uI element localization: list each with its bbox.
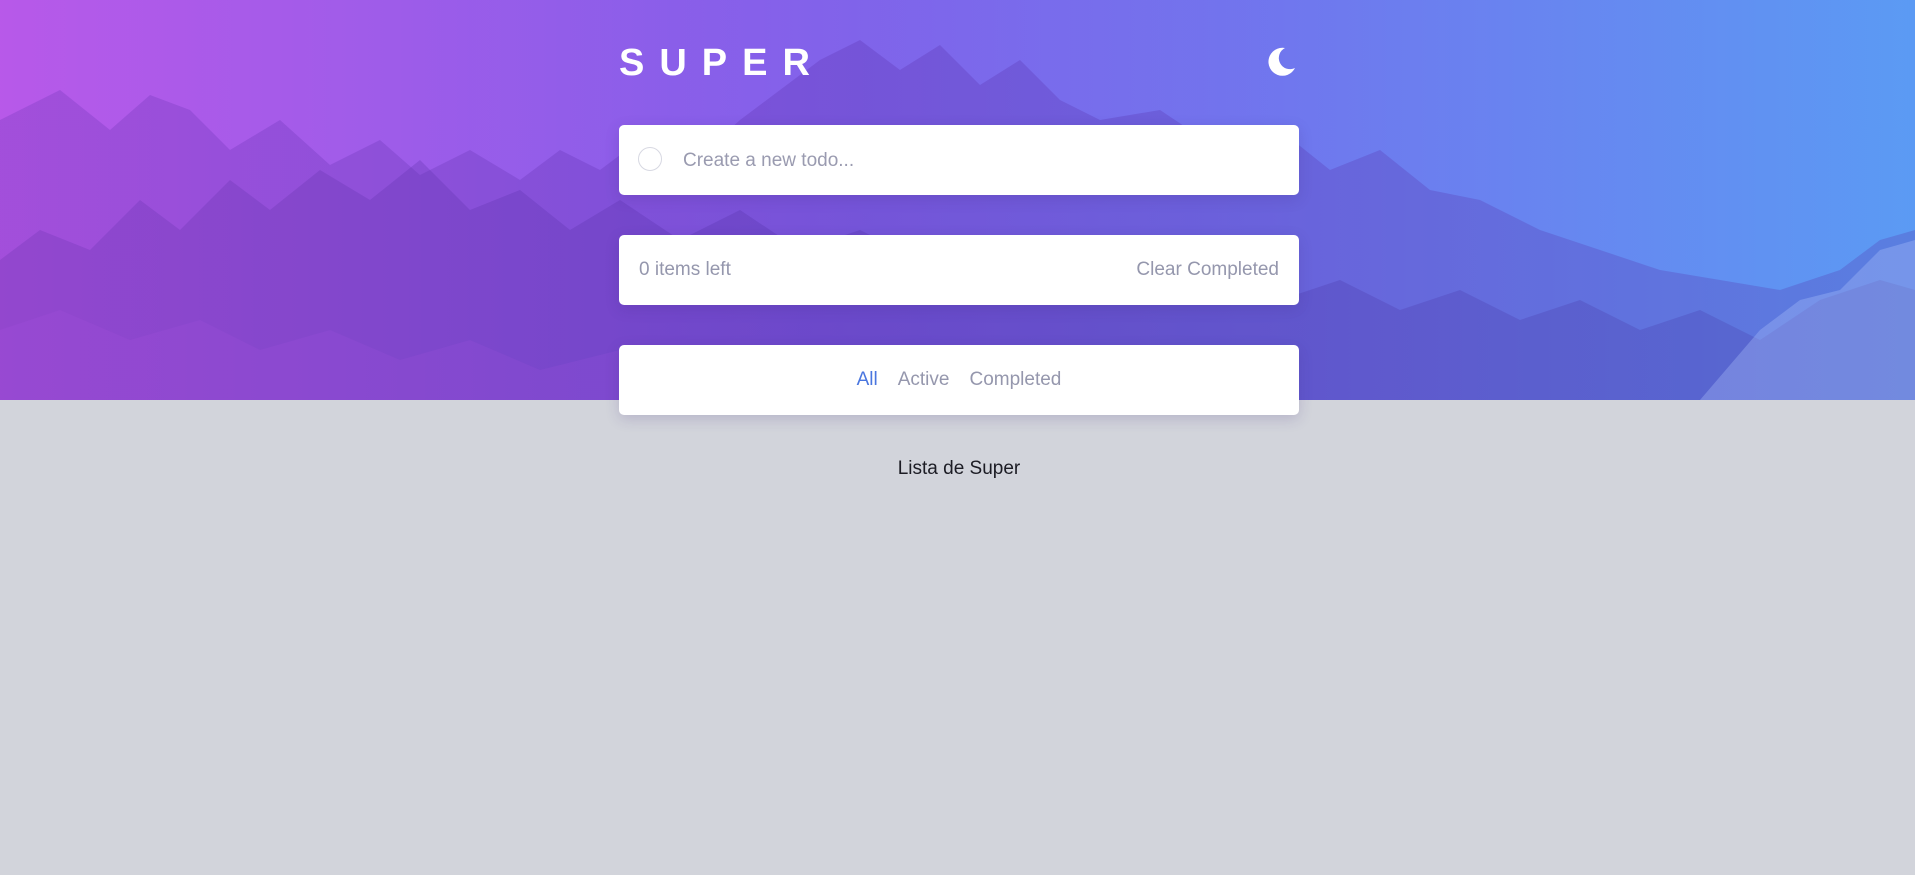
moon-icon — [1268, 47, 1295, 76]
new-todo-check-circle[interactable] — [638, 147, 662, 171]
filter-tabs: All Active Completed — [619, 345, 1299, 415]
clear-completed-button[interactable]: Clear Completed — [1136, 235, 1279, 305]
filter-completed-tab[interactable]: Completed — [969, 369, 1061, 391]
app-title: SUPER — [619, 42, 825, 84]
items-left-count: 0 items left — [639, 259, 731, 280]
new-todo-input[interactable] — [681, 139, 1285, 183]
list-caption: Lista de Super — [897, 458, 1021, 479]
new-todo-card — [619, 125, 1299, 195]
todo-footer-card: 0 items left Clear Completed — [619, 235, 1299, 305]
theme-toggle-button[interactable] — [1263, 44, 1299, 80]
filter-card: All Active Completed — [619, 345, 1299, 415]
filter-active-tab[interactable]: Active — [898, 369, 950, 391]
app-header: SUPER — [619, 38, 1299, 88]
filter-all-tab[interactable]: All — [857, 369, 878, 391]
